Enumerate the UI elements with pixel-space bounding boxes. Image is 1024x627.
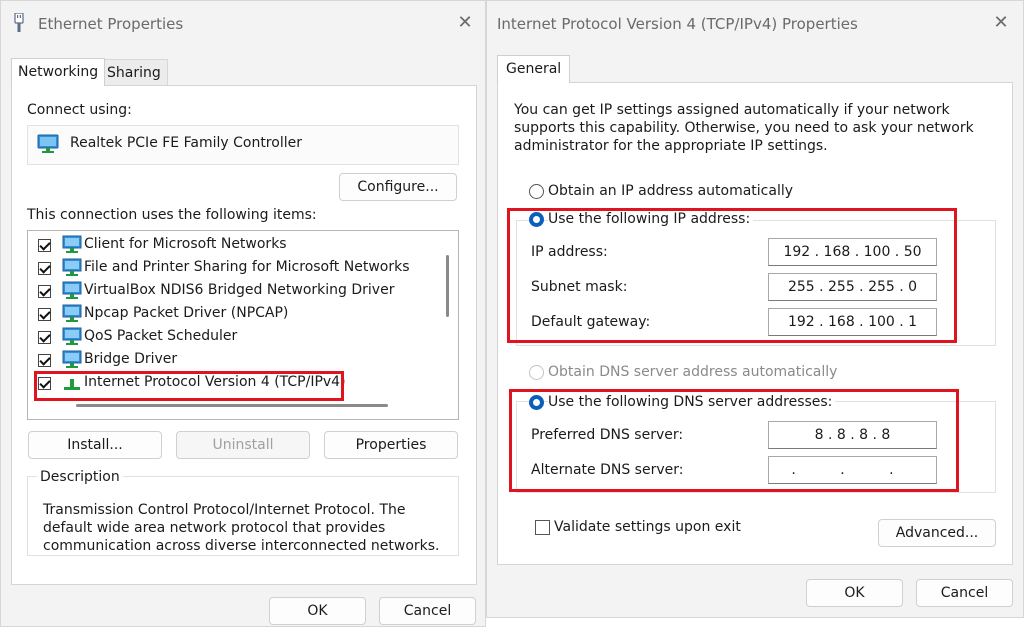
alternate-dns-label: Alternate DNS server: — [531, 462, 684, 478]
use-following-dns-radio[interactable] — [529, 395, 544, 410]
item-label: QoS Packet Scheduler — [84, 328, 238, 344]
item-label: File and Printer Sharing for Microsoft N… — [84, 259, 410, 275]
ipv4-close-icon[interactable]: ✕ — [987, 9, 1015, 37]
item-checkbox[interactable] — [38, 308, 51, 321]
configure-button[interactable]: Configure... — [339, 173, 457, 201]
item-label: VirtualBox NDIS6 Bridged Networking Driv… — [84, 282, 395, 298]
obtain-ip-auto-label[interactable]: Obtain an IP address automatically — [548, 183, 793, 199]
item-label: Npcap Packet Driver (NPCAP) — [84, 305, 289, 321]
obtain-ip-auto-radio[interactable] — [529, 184, 544, 199]
intro-text: You can get IP settings assigned automat… — [514, 102, 974, 154]
advanced-button[interactable]: Advanced... — [878, 519, 996, 547]
use-following-dns-label[interactable]: Use the following DNS server addresses: — [548, 394, 836, 410]
ethernet-close-icon[interactable]: ✕ — [451, 9, 479, 37]
network-component-icon — [62, 235, 82, 259]
obtain-dns-auto-radio[interactable] — [529, 365, 544, 380]
list-item[interactable]: Npcap Packet Driver (NPCAP) — [28, 303, 448, 326]
subnet-mask-input[interactable] — [768, 273, 937, 301]
default-gateway-input[interactable] — [768, 308, 937, 336]
item-checkbox[interactable] — [38, 354, 51, 367]
list-item[interactable]: File and Printer Sharing for Microsoft N… — [28, 257, 448, 280]
ethernet-cancel-button[interactable]: Cancel — [379, 597, 476, 625]
use-following-ip-label[interactable]: Use the following IP address: — [548, 211, 754, 227]
ipv4-window-title: Internet Protocol Version 4 (TCP/IPv4) P… — [497, 15, 858, 33]
list-item[interactable]: Client for Microsoft Networks — [28, 234, 448, 257]
network-component-icon — [62, 304, 82, 328]
network-component-icon — [62, 281, 82, 305]
description-group: Description Transmission Control Protoco… — [27, 469, 459, 556]
list-item[interactable]: Internet Protocol Version 4 (TCP/IPv4) — [28, 372, 448, 395]
ip-address-label: IP address: — [531, 244, 608, 260]
properties-button[interactable]: Properties — [324, 431, 458, 459]
subnet-mask-label: Subnet mask: — [531, 279, 628, 295]
description-label: Description — [37, 469, 123, 485]
default-gateway-label: Default gateway: — [531, 314, 651, 330]
install-button[interactable]: Install... — [28, 431, 162, 459]
item-label: Internet Protocol Version 4 (TCP/IPv4) — [84, 374, 346, 390]
ipv4-cancel-button[interactable]: Cancel — [916, 579, 1013, 607]
tab-general[interactable]: General — [497, 55, 571, 83]
tab-sharing[interactable]: Sharing — [100, 59, 168, 87]
ethernet-properties-window: Ethernet Properties ✕ Networking Sharing… — [0, 0, 486, 627]
items-label: This connection uses the following items… — [27, 207, 317, 223]
ethernet-ok-button[interactable]: OK — [269, 597, 366, 625]
uninstall-button[interactable]: Uninstall — [176, 431, 310, 459]
adapter-name: Realtek PCIe FE Family Controller — [70, 135, 302, 151]
ipv4-titlebar: Internet Protocol Version 4 (TCP/IPv4) P… — [487, 1, 1023, 45]
items-horizontal-scrollbar[interactable] — [76, 404, 388, 407]
use-following-ip-radio[interactable] — [529, 212, 544, 227]
network-component-icon — [62, 258, 82, 282]
item-checkbox[interactable] — [38, 262, 51, 275]
item-checkbox[interactable] — [38, 239, 51, 252]
items-vertical-scrollbar[interactable] — [446, 255, 449, 317]
network-component-icon — [62, 327, 82, 351]
networking-panel: Connect using: Realtek PCIe FE Family Co… — [11, 85, 477, 585]
ethernet-window-icon — [12, 12, 26, 37]
ipv4-ok-button[interactable]: OK — [806, 579, 903, 607]
obtain-dns-auto-label[interactable]: Obtain DNS server address automatically — [548, 364, 837, 380]
validate-label[interactable]: Validate settings upon exit — [554, 519, 741, 535]
network-component-icon — [62, 350, 82, 374]
item-label: Bridge Driver — [84, 351, 178, 367]
list-item[interactable]: VirtualBox NDIS6 Bridged Networking Driv… — [28, 280, 448, 303]
preferred-dns-label: Preferred DNS server: — [531, 427, 684, 443]
adapter-field: Realtek PCIe FE Family Controller — [27, 125, 459, 165]
general-panel: You can get IP settings assigned automat… — [497, 82, 1013, 565]
ethernet-window-title: Ethernet Properties — [38, 15, 184, 33]
ipv4-properties-window: Internet Protocol Version 4 (TCP/IPv4) P… — [486, 0, 1024, 618]
network-adapter-icon — [37, 134, 59, 158]
ethernet-titlebar: Ethernet Properties ✕ — [1, 1, 485, 45]
protocol-icon — [62, 375, 82, 397]
item-label: Client for Microsoft Networks — [84, 236, 287, 252]
ip-address-input[interactable] — [768, 238, 937, 266]
item-checkbox[interactable] — [38, 377, 51, 390]
preferred-dns-input[interactable] — [768, 421, 937, 449]
item-checkbox[interactable] — [38, 285, 51, 298]
description-text: Transmission Control Protocol/Internet P… — [43, 502, 440, 554]
items-list[interactable]: Client for Microsoft Networks File and P… — [27, 230, 459, 420]
item-checkbox[interactable] — [38, 331, 51, 344]
list-item[interactable]: QoS Packet Scheduler — [28, 326, 448, 349]
validate-checkbox[interactable] — [535, 520, 550, 535]
list-item[interactable]: Bridge Driver — [28, 349, 448, 372]
connect-using-label: Connect using: — [27, 102, 132, 118]
tab-networking[interactable]: Networking — [11, 58, 106, 86]
alternate-dns-input[interactable] — [768, 456, 937, 484]
